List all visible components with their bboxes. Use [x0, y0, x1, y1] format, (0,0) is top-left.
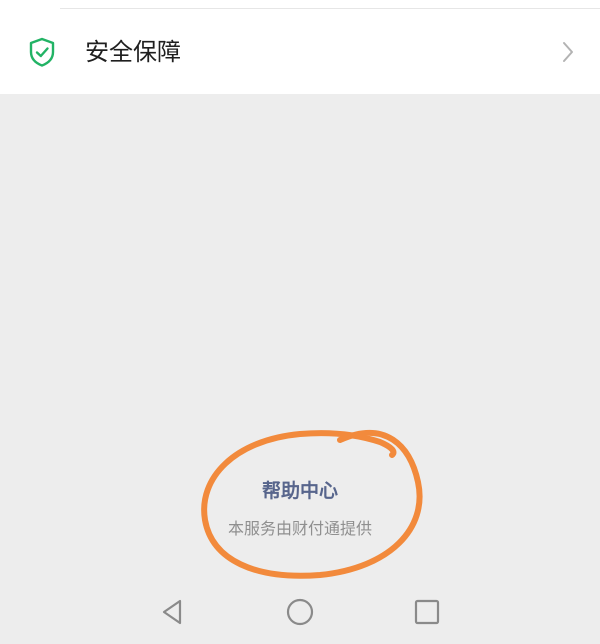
back-button[interactable] [152, 592, 192, 632]
row-label: 安全保障 [85, 38, 181, 66]
chevron-right-icon [563, 42, 573, 62]
security-guarantee-row[interactable]: 安全保障 [0, 9, 600, 94]
provider-note: 本服务由财付通提供 [227, 519, 372, 538]
system-navbar [0, 580, 600, 644]
back-icon [162, 599, 182, 625]
recents-icon [414, 599, 440, 625]
help-center-link[interactable]: 帮助中心 [0, 478, 600, 504]
top-card: 安全保障 [0, 0, 600, 94]
home-icon [286, 598, 314, 626]
home-button[interactable] [280, 592, 320, 632]
annotation-circle [201, 429, 423, 579]
shield-check-icon [29, 37, 55, 67]
recents-button[interactable] [407, 592, 447, 632]
